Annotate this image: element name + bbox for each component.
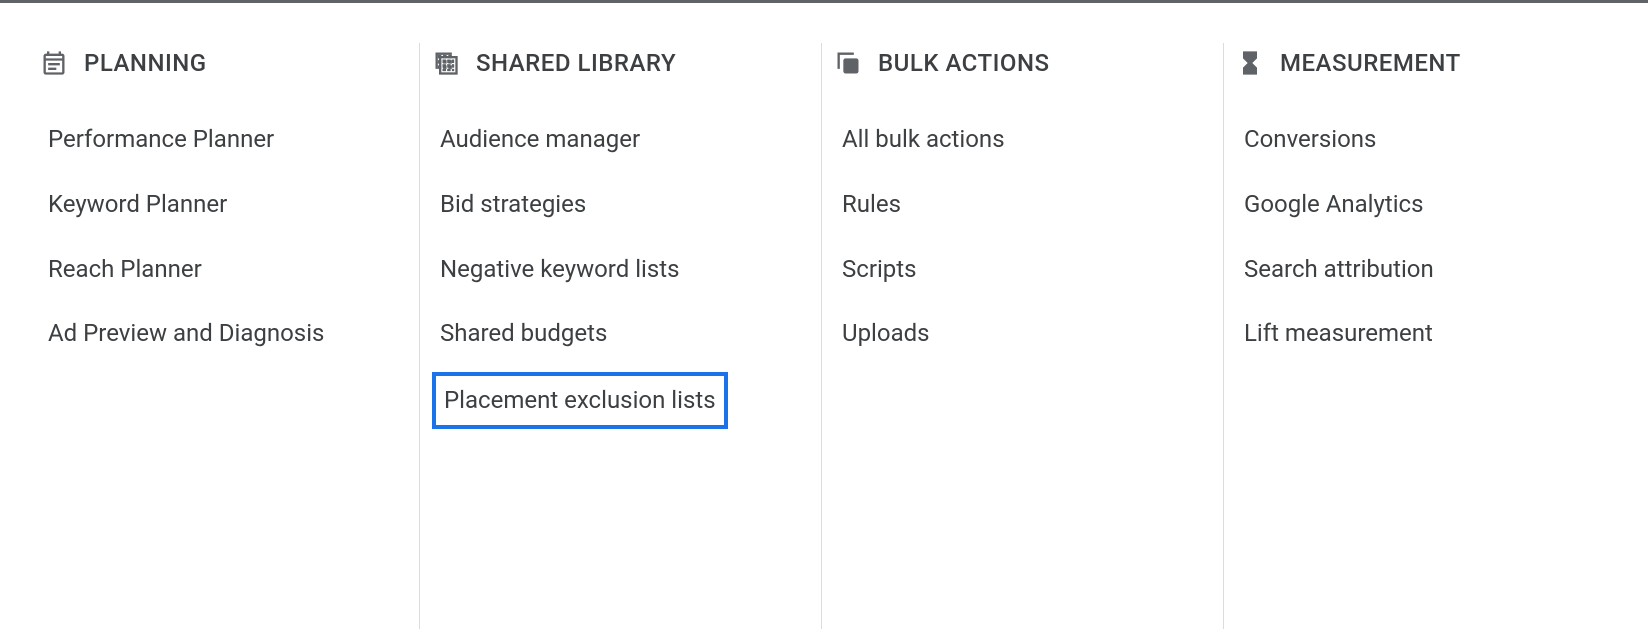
menu-item-placement-exclusion-lists[interactable]: Placement exclusion lists: [432, 372, 728, 429]
hourglass-icon: [1236, 49, 1264, 77]
column-header-measurement: MEASUREMENT: [1236, 43, 1624, 107]
column-planning: PLANNING Performance Planner Keyword Pla…: [40, 43, 420, 629]
menu-items-planning: Performance Planner Keyword Planner Reac…: [40, 107, 407, 366]
copy-icon: [834, 49, 862, 77]
menu-item-ad-preview-diagnosis[interactable]: Ad Preview and Diagnosis: [40, 301, 332, 366]
menu-items-shared-library: Audience manager Bid strategies Negative…: [432, 107, 809, 429]
menu-items-measurement: Conversions Google Analytics Search attr…: [1236, 107, 1624, 366]
menu-item-bid-strategies[interactable]: Bid strategies: [432, 172, 594, 237]
menu-item-all-bulk-actions[interactable]: All bulk actions: [834, 107, 1013, 172]
menu-item-keyword-planner[interactable]: Keyword Planner: [40, 172, 235, 237]
tools-menu: PLANNING Performance Planner Keyword Pla…: [0, 3, 1648, 629]
column-measurement: MEASUREMENT Conversions Google Analytics…: [1236, 43, 1636, 629]
menu-item-search-attribution[interactable]: Search attribution: [1236, 237, 1442, 302]
column-title-planning: PLANNING: [84, 49, 207, 77]
menu-item-google-analytics[interactable]: Google Analytics: [1236, 172, 1432, 237]
column-title-shared-library: SHARED LIBRARY: [476, 49, 676, 77]
column-bulk-actions: BULK ACTIONS All bulk actions Rules Scri…: [834, 43, 1224, 629]
menu-items-bulk-actions: All bulk actions Rules Scripts Uploads: [834, 107, 1211, 366]
menu-item-scripts[interactable]: Scripts: [834, 237, 925, 302]
grid-icon: [432, 49, 460, 77]
menu-item-audience-manager[interactable]: Audience manager: [432, 107, 648, 172]
menu-item-negative-keyword-lists[interactable]: Negative keyword lists: [432, 237, 688, 302]
column-shared-library: SHARED LIBRARY Audience manager Bid stra…: [432, 43, 822, 629]
menu-item-uploads[interactable]: Uploads: [834, 301, 938, 366]
column-header-shared-library: SHARED LIBRARY: [432, 43, 809, 107]
menu-item-conversions[interactable]: Conversions: [1236, 107, 1384, 172]
menu-item-performance-planner[interactable]: Performance Planner: [40, 107, 282, 172]
column-title-bulk-actions: BULK ACTIONS: [878, 49, 1050, 77]
menu-item-rules[interactable]: Rules: [834, 172, 909, 237]
column-header-bulk-actions: BULK ACTIONS: [834, 43, 1211, 107]
column-title-measurement: MEASUREMENT: [1280, 49, 1461, 77]
menu-item-lift-measurement[interactable]: Lift measurement: [1236, 301, 1441, 366]
menu-item-reach-planner[interactable]: Reach Planner: [40, 237, 210, 302]
menu-item-shared-budgets[interactable]: Shared budgets: [432, 301, 615, 366]
calendar-icon: [40, 49, 68, 77]
column-header-planning: PLANNING: [40, 43, 407, 107]
